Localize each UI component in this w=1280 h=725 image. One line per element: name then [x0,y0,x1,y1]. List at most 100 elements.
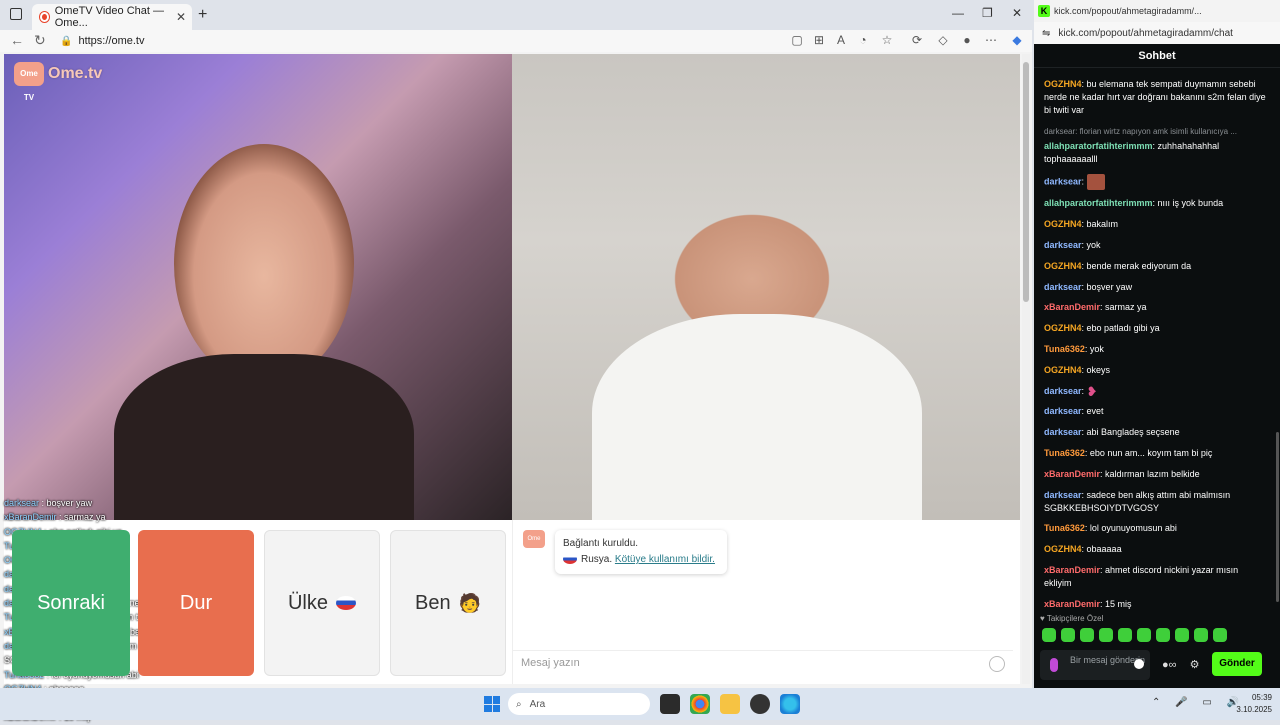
start-icon[interactable] [484,696,500,712]
tab-bar: OmeTV Video Chat — Ome... ✕ + — ❐ ✕ [0,0,1032,30]
emote-image-icon [1086,173,1105,190]
report-abuse-link[interactable]: Kötüye kullanımı bildir. [615,554,715,565]
url-field[interactable]: 🔒 https://ome.tv [60,32,820,50]
chat-text: ebo nun am... koyım tam bi piç [1089,448,1213,459]
reply-context[interactable]: darksear: florian wirtz napıyon amk isim… [1044,125,1266,138]
emote-icon[interactable] [1156,628,1170,642]
system-tray[interactable]: ⌃ 🎤 ▭ 🔊 [1152,697,1245,708]
task-view-icon[interactable] [660,694,680,714]
lock-icon: 🔒 [60,35,73,47]
maximize-icon[interactable]: ❐ [982,6,993,20]
chat-username[interactable]: OGZHN4 [1044,365,1082,375]
reader-icon[interactable]: ◔ [856,33,870,47]
chat-username[interactable]: xBaranDemir [1044,469,1100,479]
chat-username[interactable]: OGZHN4 [1044,544,1082,554]
file-explorer-icon[interactable] [720,694,740,714]
chat-scrollbar-thumb[interactable] [1276,432,1279,602]
emote-icon[interactable] [1194,628,1208,642]
next-button[interactable]: Sonraki [12,530,130,676]
taskbar-search[interactable]: ⌕ Ara [508,693,650,715]
chat-username[interactable]: OGZHN4 [1044,323,1082,333]
back-icon[interactable]: ← [10,32,24,48]
emote-icon[interactable] [1213,628,1227,642]
stop-button[interactable]: Dur [138,530,254,676]
send-button[interactable]: Gönder [1212,652,1262,676]
emote-icon[interactable] [1099,628,1113,642]
chat-username[interactable]: darksear [1044,176,1082,186]
ometv-logo-text: Ome.tv [48,65,103,82]
chat-username[interactable]: darksear [1044,427,1082,437]
chat-username[interactable]: Tuna6362 [1044,523,1085,533]
edge-icon[interactable] [780,694,800,714]
chat-username[interactable]: darksear [1044,406,1082,416]
ometv-favicon-icon [40,12,49,22]
emote-icon[interactable] [1118,628,1132,642]
more-icon[interactable]: ⋯ [984,33,998,47]
chat-text: sarmaz ya [1105,302,1147,313]
chat-input[interactable]: Bir mesaj gönderin [1040,650,1150,680]
microphone-icon[interactable] [1050,658,1058,672]
emoji-icon[interactable] [989,656,1005,672]
new-tab-icon[interactable]: + [198,6,207,24]
chat-username[interactable]: OGZHN4 [1044,261,1082,271]
chat-username[interactable]: darksear [1044,282,1082,292]
chat-message: Tuna6362: ebo nun am... koyım tam bi piç [1044,447,1266,460]
chat-message: xBaranDemir: kaldırman lazım belkide [1044,468,1266,481]
copilot-icon[interactable]: ◆ [1010,33,1024,47]
followers-only-label: ♥ Takipçilere Özel [1040,614,1104,623]
settings-gear-icon[interactable]: ⚙ [1190,659,1200,671]
message-input[interactable]: Mesaj yazın [513,650,1013,676]
refresh-icon[interactable]: ↻ [34,32,46,49]
chat-username[interactable]: xBaranDemir [1044,302,1100,312]
obs-icon[interactable] [750,694,770,714]
chat-text: abi Bangladeş seçsene [1086,427,1180,438]
emote-icon[interactable] [1175,628,1189,642]
me-button[interactable]: Ben 🧑 [390,530,506,676]
avatar-icon: 🧑 [458,592,481,613]
emote-icon[interactable] [1042,628,1056,642]
emoji-picker-icon[interactable] [1134,659,1144,669]
chat-tools: ●∞ ⚙ [1162,658,1199,671]
emote-icon[interactable] [1137,628,1151,642]
emote-icon[interactable] [1080,628,1094,642]
camera-icon[interactable]: ▢ [790,33,804,47]
translate-icon[interactable]: A [834,33,848,47]
chrome-icon[interactable] [690,694,710,714]
minimize-icon[interactable]: — [952,6,964,20]
close-tab-icon[interactable]: ✕ [176,10,186,24]
emote-icon[interactable] [1061,628,1075,642]
tab-actions-icon[interactable] [10,8,22,20]
chat-username[interactable]: xBaranDemir [1044,599,1100,609]
extensions-icon[interactable]: ⟳ [910,33,924,47]
points-icon[interactable]: ●∞ [1162,659,1177,671]
kick-address-bar[interactable]: ⇋ kick.com/popout/ahmetagiradamm/chat [1034,22,1280,44]
site-settings-icon[interactable]: ⇋ [1042,28,1050,39]
chat-username[interactable]: Tuna6362 [1044,448,1085,458]
taskbar: ⌕ Ara ⌃ 🎤 ▭ 🔊 05:39 3.10.2025 [0,688,1280,720]
chat-username[interactable]: xBaranDemir [1044,565,1100,575]
chat-username[interactable]: allahparatorfatihterimmm [1044,198,1153,208]
chat-username[interactable]: darksear [1044,490,1082,500]
country-button[interactable]: Ülke [264,530,380,676]
chat-message: allahparatorfatihterimmm: zuhhahahahhal … [1044,140,1266,166]
chat-scrollbar[interactable] [1276,72,1280,612]
tab-title: OmeTV Video Chat — Ome... [54,5,164,29]
chat-username[interactable]: OGZHN4 [1044,79,1082,89]
chat-username[interactable]: darksear [1044,240,1082,250]
chat-username[interactable]: darksear [1044,386,1082,396]
browser-tab[interactable]: OmeTV Video Chat — Ome... ✕ [32,4,192,30]
chat-username[interactable]: allahparatorfatihterimmm [1044,141,1153,151]
profile-icon[interactable]: ● [960,33,974,47]
chat-username[interactable]: OGZHN4 [1044,219,1082,229]
chat-message: OGZHN4: obaaaaa [1044,543,1266,556]
page-scrollbar[interactable] [1022,54,1030,684]
chat-username[interactable]: Tuna6362 [1044,344,1085,354]
close-window-icon[interactable]: ✕ [1012,6,1022,20]
clock[interactable]: 05:39 3.10.2025 [1236,692,1272,716]
collections-icon[interactable]: ◇ [936,33,950,47]
apps-icon[interactable]: ⊞ [812,33,826,47]
favorite-icon[interactable]: ☆ [880,33,894,47]
text-chat-pane: Ome TV Bağlantı kuruldu. Rusya. Kötüye k… [512,520,1013,684]
emote-bar [1042,628,1227,642]
scrollbar-thumb[interactable] [1023,62,1029,302]
